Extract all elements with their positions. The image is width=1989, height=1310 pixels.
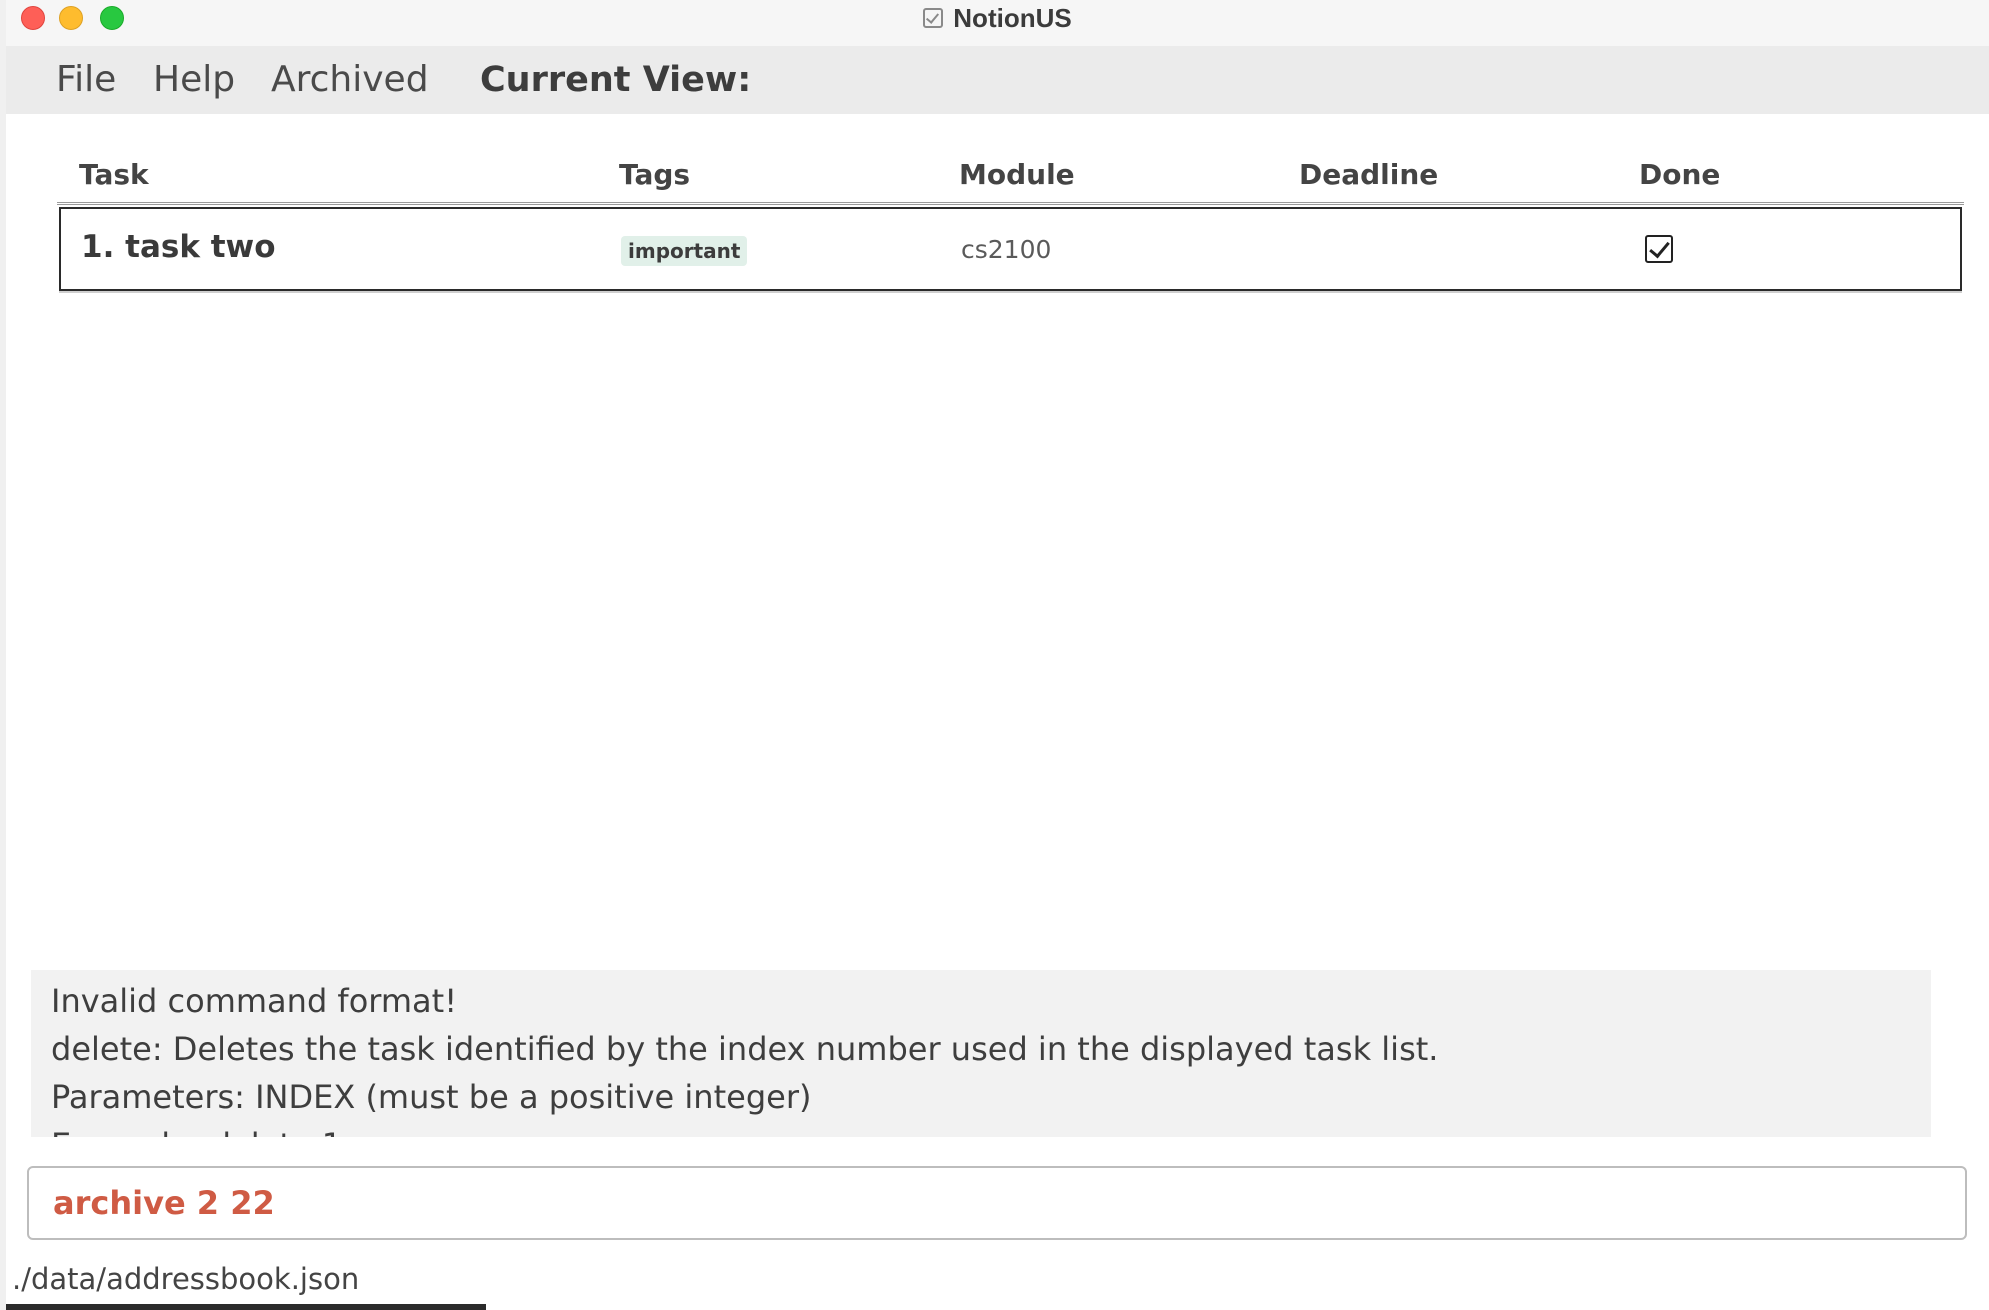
menu-file[interactable]: File [56,59,116,100]
status-bar: ./data/addressbook.json [6,1256,1989,1310]
result-display[interactable]: Invalid command format! delete: Deletes … [31,970,1931,1137]
result-line: Invalid command format! [51,982,458,1020]
column-header-tags: Tags [619,158,691,191]
menu-bar: File Help Archived Current View: [6,46,1989,114]
command-input-value: archive 2 22 [53,1184,275,1222]
result-line: Parameters: INDEX (must be a positive in… [51,1078,812,1116]
checkmark-icon [1649,236,1670,259]
window-title-group: NotionUS [6,0,1989,36]
tag-badge: important [621,236,748,266]
current-view-label: Current View: [480,60,752,100]
task-name: 1. task two [81,229,276,265]
column-header-done: Done [1639,158,1721,191]
column-header-deadline: Deadline [1299,158,1439,191]
result-line: Example: delete 1 [51,1126,342,1137]
column-header-module: Module [959,158,1075,191]
result-line: delete: Deletes the task identified by t… [51,1030,1439,1068]
column-header-task: Task [79,158,149,191]
title-bar: NotionUS [6,0,1989,47]
task-row[interactable]: 1. task two important cs2100 [59,207,1962,291]
save-file-path: ./data/addressbook.json [12,1262,360,1296]
task-table-header: Task Tags Module Deadline Done [57,148,1964,205]
app-window: NotionUS File Help Archived Current View… [6,0,1989,1310]
window-title: NotionUS [953,2,1072,33]
menu-help[interactable]: Help [153,59,235,100]
task-module: cs2100 [961,235,1052,264]
background-desktop-edge [6,1304,486,1310]
done-checkbox[interactable] [1645,235,1673,263]
menu-archived[interactable]: Archived [271,59,429,100]
command-input[interactable]: archive 2 22 [27,1166,1967,1240]
checkbox-icon [923,8,944,28]
